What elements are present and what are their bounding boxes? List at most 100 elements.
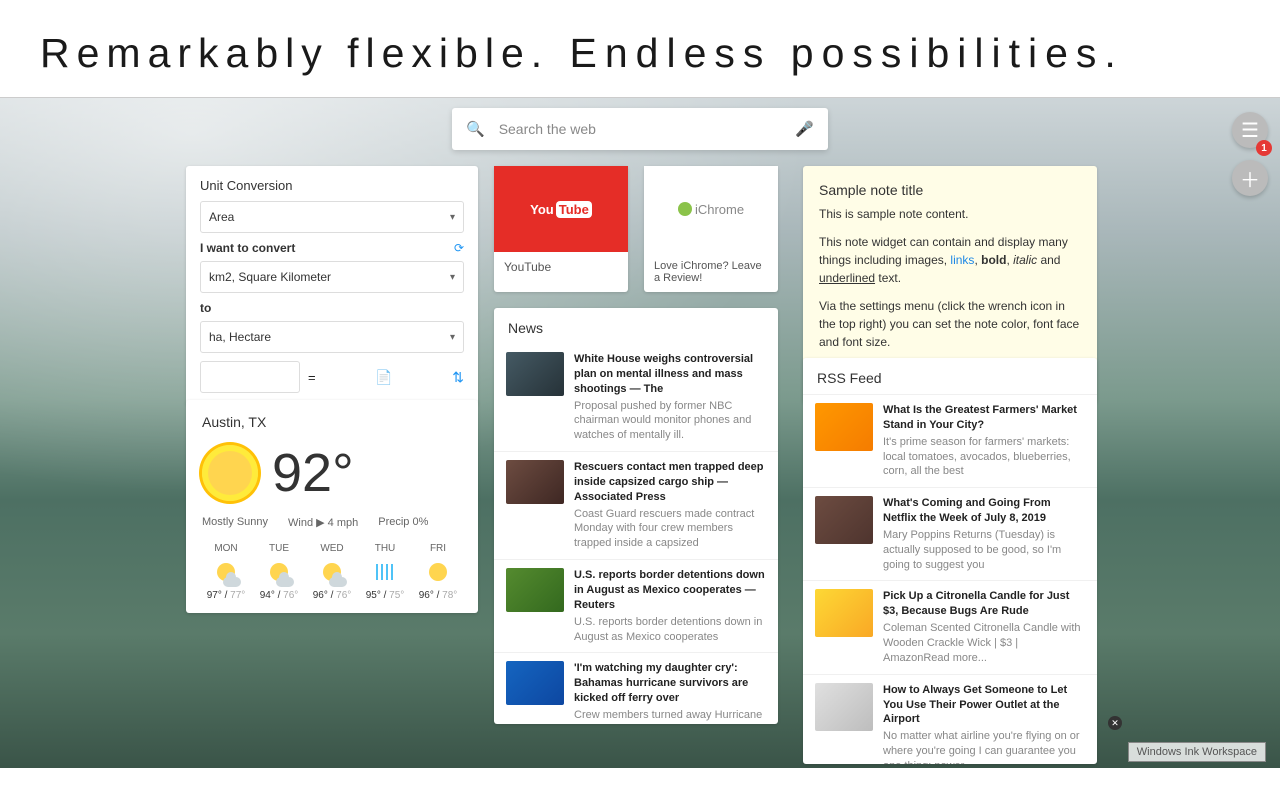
- rss-item[interactable]: What Is the Greatest Farmers' Market Sta…: [803, 394, 1097, 487]
- ichrome-label: Love iChrome? Leave a Review!: [644, 252, 778, 292]
- weather-day-icon: [414, 558, 462, 586]
- hi-lo: 95° / 75°: [361, 590, 409, 601]
- news-item-title: White House weighs controversial plan on…: [574, 352, 766, 397]
- forecast-day: THU 95° / 75°: [361, 543, 409, 601]
- rss-item-title: What Is the Greatest Farmers' Market Sta…: [883, 403, 1085, 433]
- sun-icon: [202, 445, 258, 501]
- rss-item[interactable]: What's Coming and Going From Netflix the…: [803, 487, 1097, 580]
- news-item-summary: U.S. reports border detentions down in A…: [574, 615, 766, 645]
- search-bar[interactable]: 🔍 🎤: [452, 108, 828, 150]
- rss-thumb: [815, 403, 873, 451]
- news-item-title: U.S. reports border detentions down in A…: [574, 568, 766, 613]
- youtube-logo: YouTube: [494, 166, 628, 252]
- rss-item[interactable]: How to Always Get Someone to Let You Use…: [803, 674, 1097, 764]
- rss-item-title: How to Always Get Someone to Let You Use…: [883, 683, 1085, 728]
- news-item-title: 'I'm watching my daughter cry': Bahamas …: [574, 661, 766, 706]
- news-item-summary: Coast Guard rescuers made contract Monda…: [574, 507, 766, 552]
- note-line2: This note widget can contain and display…: [819, 233, 1081, 287]
- unit-from-select[interactable]: km2, Square Kilometer: [200, 261, 464, 293]
- note-line3: Via the settings menu (click the wrench …: [819, 297, 1081, 351]
- note-link[interactable]: links: [950, 253, 974, 267]
- news-item[interactable]: White House weighs controversial plan on…: [494, 344, 778, 451]
- weather-day-icon: [255, 558, 303, 586]
- rss-item-summary: No matter what airline you're flying on …: [883, 729, 1085, 764]
- windows-ink-tooltip: Windows Ink Workspace: [1128, 742, 1266, 762]
- unit-from-value: km2, Square Kilometer: [209, 270, 331, 284]
- rss-item-summary: Coleman Scented Citronella Candle with W…: [883, 621, 1085, 666]
- weather-day-icon: [361, 558, 409, 586]
- equals-label: =: [308, 370, 316, 385]
- rss-title: RSS Feed: [803, 370, 1097, 386]
- news-item[interactable]: U.S. reports border detentions down in A…: [494, 559, 778, 652]
- hero-text: Remarkably flexible. Endless possibiliti…: [40, 30, 1124, 76]
- weather-day-icon: [202, 558, 250, 586]
- swap-icon[interactable]: ⇅: [452, 369, 464, 386]
- news-title: News: [494, 320, 778, 336]
- youtube-tile[interactable]: YouTube YouTube: [494, 166, 628, 292]
- rss-item-summary: Mary Poppins Returns (Tuesday) is actual…: [883, 528, 1085, 573]
- hero-rest: . Endless possibilities.: [531, 30, 1124, 76]
- close-icon[interactable]: ✕: [1108, 716, 1122, 730]
- day-label: THU: [361, 543, 409, 554]
- wind-block: Wind ▶ 4 mph: [288, 516, 358, 529]
- unit-category-value: Area: [209, 210, 234, 224]
- rss-item[interactable]: Pick Up a Citronella Candle for Just $3,…: [803, 580, 1097, 673]
- rss-list[interactable]: What Is the Greatest Farmers' Market Sta…: [803, 394, 1097, 764]
- note-title: Sample note title: [819, 180, 1081, 201]
- forecast-row: MON 97° / 77° TUE94° / 76° WED 96° / 76° THU 9…: [202, 543, 462, 601]
- rss-thumb: [815, 683, 873, 731]
- forecast-day: MON 97° / 77°: [202, 543, 250, 601]
- weather-condition: Mostly Sunny: [202, 516, 268, 529]
- mic-icon[interactable]: 🎤: [795, 120, 814, 138]
- rss-item-title: What's Coming and Going From Netflix the…: [883, 496, 1085, 526]
- note-line1: This is sample note content.: [819, 205, 1081, 223]
- hero-banner: Remarkably flexible. Endless possibiliti…: [0, 0, 1280, 98]
- weather-location: Austin, TX: [202, 414, 462, 430]
- news-item[interactable]: 'I'm watching my daughter cry': Bahamas …: [494, 652, 778, 724]
- search-icon: 🔍: [466, 120, 485, 138]
- news-card: News White House weighs controversial pl…: [494, 308, 778, 724]
- unit-to-select[interactable]: ha, Hectare: [200, 321, 464, 353]
- news-item-summary: Crew members turned away Hurricane Doria…: [574, 708, 766, 724]
- unit-conversion-card: Unit Conversion Area I want to convert⟳ …: [186, 166, 478, 405]
- news-item-title: Rescuers contact men trapped deep inside…: [574, 460, 766, 505]
- unit-title: Unit Conversion: [200, 178, 464, 193]
- refresh-icon[interactable]: ⟳: [454, 241, 464, 255]
- notification-badge[interactable]: 1: [1256, 140, 1272, 156]
- unit-input[interactable]: [200, 361, 300, 393]
- unit-to-value: ha, Hectare: [209, 330, 271, 344]
- hi-lo: 97° / 77°: [202, 590, 250, 601]
- day-label: FRI: [414, 543, 462, 554]
- day-label: TUE: [255, 543, 303, 554]
- ichrome-logo: iChrome: [644, 166, 778, 252]
- rss-card: RSS Feed What Is the Greatest Farmers' M…: [803, 358, 1097, 764]
- unit-category-select[interactable]: Area: [200, 201, 464, 233]
- ichrome-tile[interactable]: iChrome Love iChrome? Leave a Review!: [644, 166, 778, 292]
- news-thumb: [506, 352, 564, 396]
- weather-temp: 92°: [272, 442, 354, 504]
- forecast-day: FRI96° / 78°: [414, 543, 462, 601]
- news-thumb: [506, 661, 564, 705]
- rss-thumb: [815, 496, 873, 544]
- search-input[interactable]: [497, 120, 796, 138]
- youtube-label: YouTube: [494, 252, 628, 282]
- news-item-summary: Proposal pushed by former NBC chairman w…: [574, 399, 766, 444]
- hi-lo: 96° / 76°: [308, 590, 356, 601]
- news-item[interactable]: Rescuers contact men trapped deep inside…: [494, 451, 778, 559]
- copy-icon[interactable]: 📄: [375, 369, 392, 386]
- rss-item-title: Pick Up a Citronella Candle for Just $3,…: [883, 589, 1085, 619]
- hero-strong: Remarkably flexible: [40, 30, 531, 76]
- rss-thumb: [815, 589, 873, 637]
- weather-day-icon: [308, 558, 356, 586]
- forecast-day: TUE94° / 76°: [255, 543, 303, 601]
- precip-block: Precip 0%: [378, 516, 428, 529]
- rss-item-summary: It's prime season for farmers' markets: …: [883, 435, 1085, 480]
- news-list[interactable]: White House weighs controversial plan on…: [494, 344, 778, 724]
- day-label: MON: [202, 543, 250, 554]
- news-thumb: [506, 568, 564, 612]
- day-label: WED: [308, 543, 356, 554]
- unit-convert-label: I want to convert⟳: [200, 241, 464, 255]
- desktop-canvas: 🔍 🎤 ☰ 1 ＋ Unit Conversion Area I want to…: [0, 98, 1280, 768]
- unit-to-label: to: [200, 301, 464, 315]
- add-button[interactable]: ＋: [1232, 160, 1268, 196]
